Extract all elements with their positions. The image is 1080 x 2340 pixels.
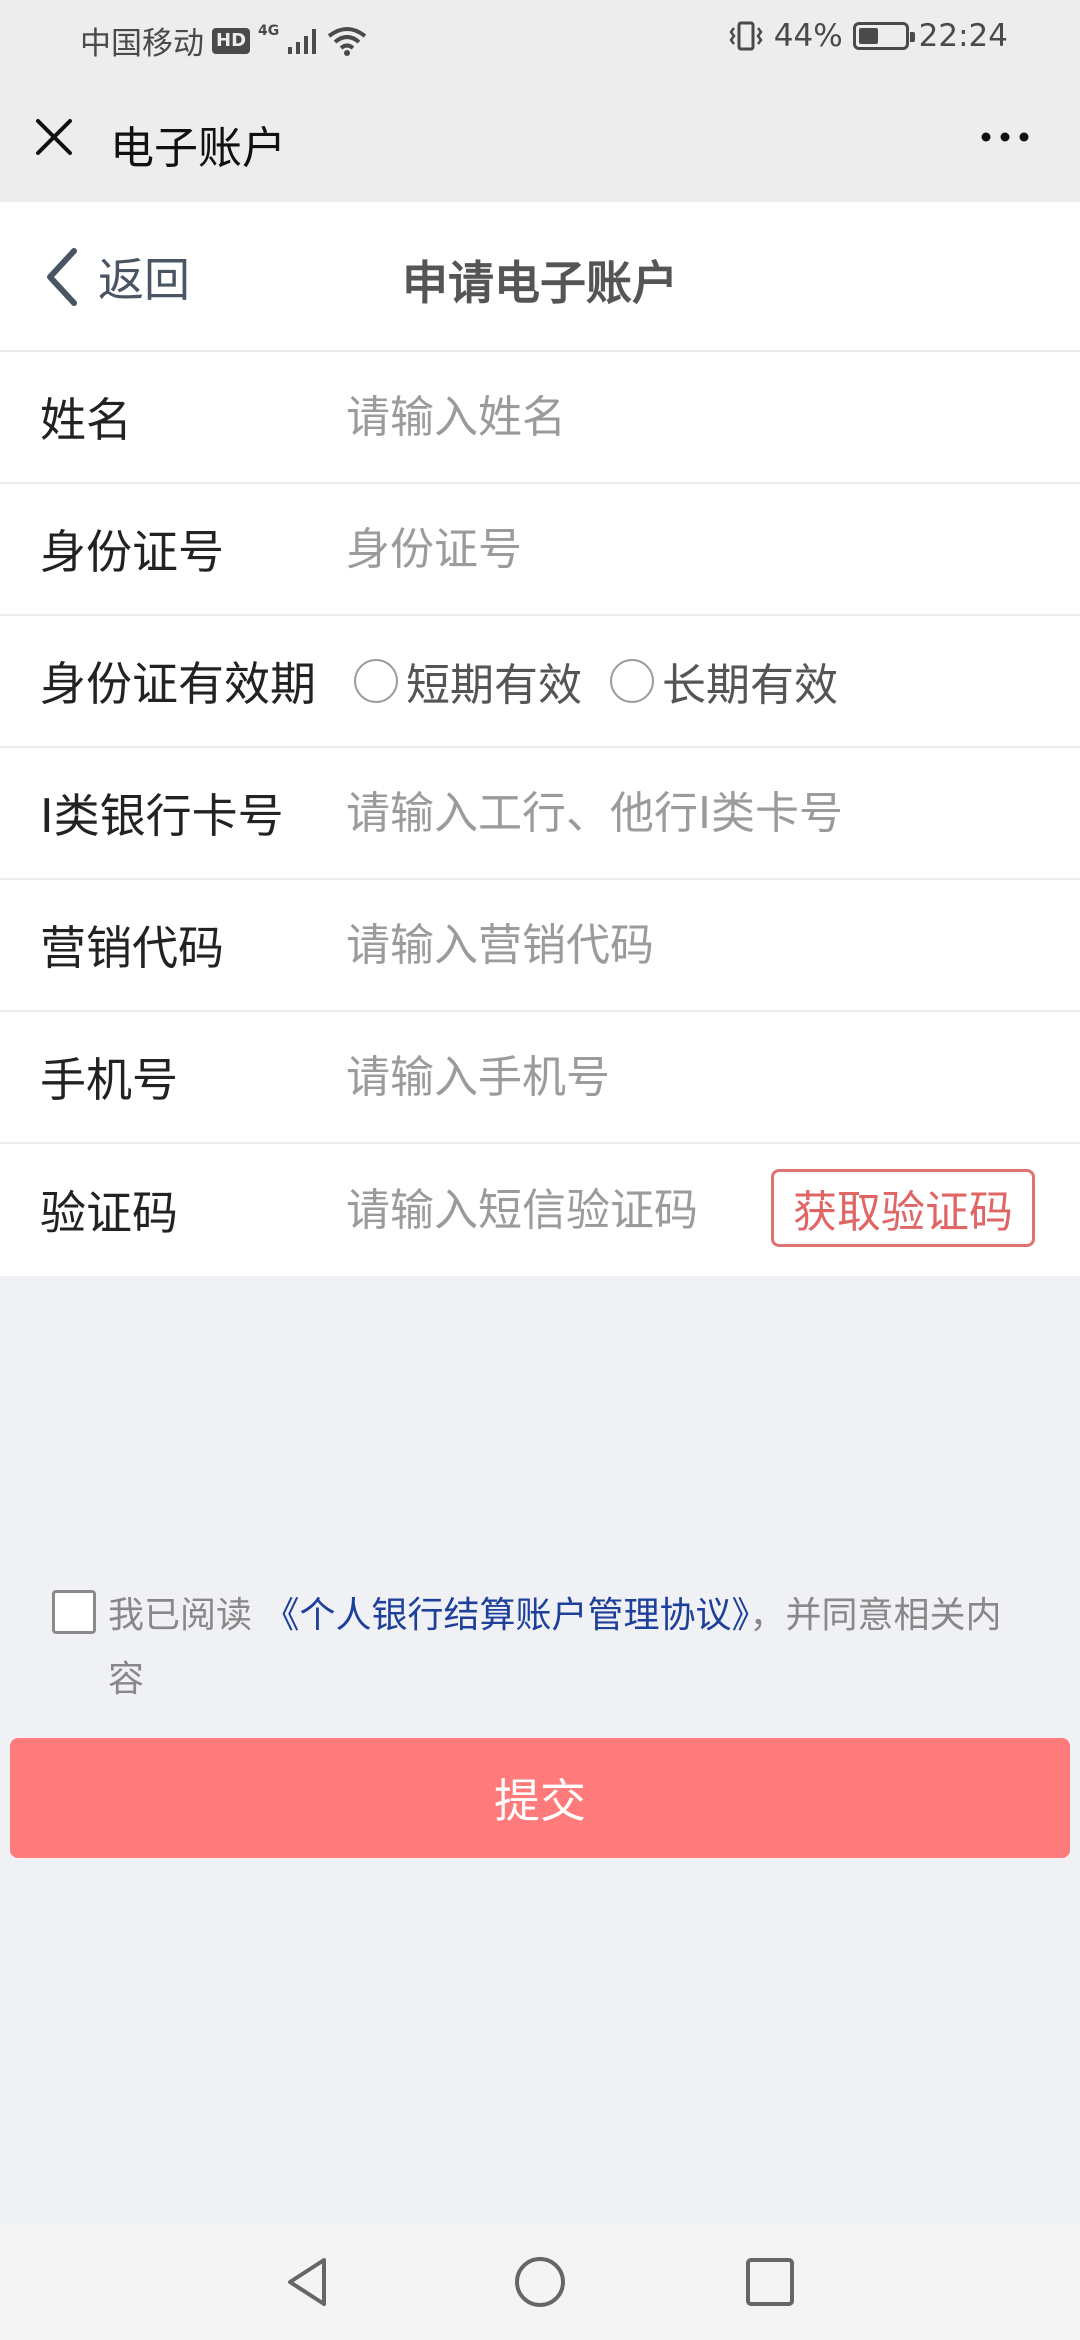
id-validity-label: 身份证有效期 <box>40 657 316 711</box>
more-dots-icon[interactable] <box>980 130 1030 144</box>
carrier-group: 中国移动 HD 4G <box>80 18 367 63</box>
radio-label-short-term: 短期有效 <box>406 660 582 711</box>
agreement: 我已阅读 《个人银行结算账户管理协议》，并同意相关内容 <box>52 1584 1032 1712</box>
network-type: 4G <box>258 22 280 39</box>
home-circle-icon[interactable] <box>512 2254 568 2310</box>
id-validity-radio-group: 短期有效 长期有效 <box>354 649 838 713</box>
agreement-text: 我已阅读 《个人银行结算账户管理协议》，并同意相关内容 <box>52 1584 1032 1712</box>
radio-option-short-term[interactable]: 短期有效 <box>354 649 582 713</box>
hd-badge: HD <box>212 27 251 54</box>
sms-code-label: 验证码 <box>40 1186 178 1240</box>
agreement-checkbox[interactable] <box>52 1590 96 1634</box>
battery-percent: 44% <box>773 18 843 54</box>
back-triangle-icon[interactable] <box>280 2254 336 2310</box>
form-row-id-number: 身份证号 <box>0 484 1080 616</box>
form-row-marketing-code: 营销代码 <box>0 880 1080 1012</box>
battery-fill <box>858 28 878 44</box>
form-row-name: 姓名 <box>0 352 1080 484</box>
signal-icon <box>288 28 317 54</box>
battery-icon <box>852 22 915 50</box>
id-number-input[interactable] <box>346 484 1060 614</box>
page-title: 申请电子账户 <box>402 256 678 310</box>
name-input[interactable] <box>346 352 1060 482</box>
agreement-link[interactable]: 《个人银行结算账户管理协议》 <box>263 1595 749 1636</box>
carrier-name: 中国移动 <box>80 26 204 62</box>
wx-title: 电子账户 <box>110 123 286 174</box>
form-row-bank-card: I类银行卡号 <box>0 748 1080 880</box>
agreement-prefix: 我已阅读 <box>108 1595 253 1636</box>
phone-label: 手机号 <box>40 1053 178 1107</box>
system-nav-bar <box>0 2224 1080 2340</box>
wifi-icon <box>328 26 367 56</box>
close-icon[interactable] <box>30 113 78 161</box>
radio-option-long-term[interactable]: 长期有效 <box>610 649 838 713</box>
bank-card-input[interactable] <box>346 748 1060 878</box>
status-bar: 中国移动 HD 4G 44% 22:24 <box>0 0 1080 72</box>
vibrate-icon <box>729 21 763 51</box>
name-label: 姓名 <box>40 393 132 447</box>
sms-code-input[interactable] <box>346 1144 750 1276</box>
radio-circle-icon <box>610 659 654 703</box>
wx-header: 电子账户 <box>0 72 1080 202</box>
bank-card-label: I类银行卡号 <box>40 789 284 843</box>
clock: 22:24 <box>918 18 1008 54</box>
marketing-code-input[interactable] <box>346 880 1060 1010</box>
radio-circle-icon <box>354 659 398 703</box>
id-number-label: 身份证号 <box>40 525 224 579</box>
radio-label-long-term: 长期有效 <box>662 660 838 711</box>
marketing-code-label: 营销代码 <box>40 921 224 975</box>
page-header: 返回 申请电子账户 <box>0 202 1080 352</box>
status-right: 44% 22:24 <box>728 18 1008 54</box>
form-row-id-validity: 身份证有效期 短期有效 长期有效 <box>0 616 1080 748</box>
phone-input[interactable] <box>346 1012 1060 1142</box>
form-row-sms-code: 验证码 获取验证码 <box>0 1144 1080 1276</box>
recents-square-icon[interactable] <box>742 2254 798 2310</box>
submit-button[interactable]: 提交 <box>10 1738 1070 1858</box>
application-form: 姓名 身份证号 身份证有效期 短期有效 长期有效 I类银行卡号 营销代码 手机号… <box>0 352 1080 1276</box>
get-sms-code-button[interactable]: 获取验证码 <box>771 1169 1035 1247</box>
form-row-phone: 手机号 <box>0 1012 1080 1144</box>
